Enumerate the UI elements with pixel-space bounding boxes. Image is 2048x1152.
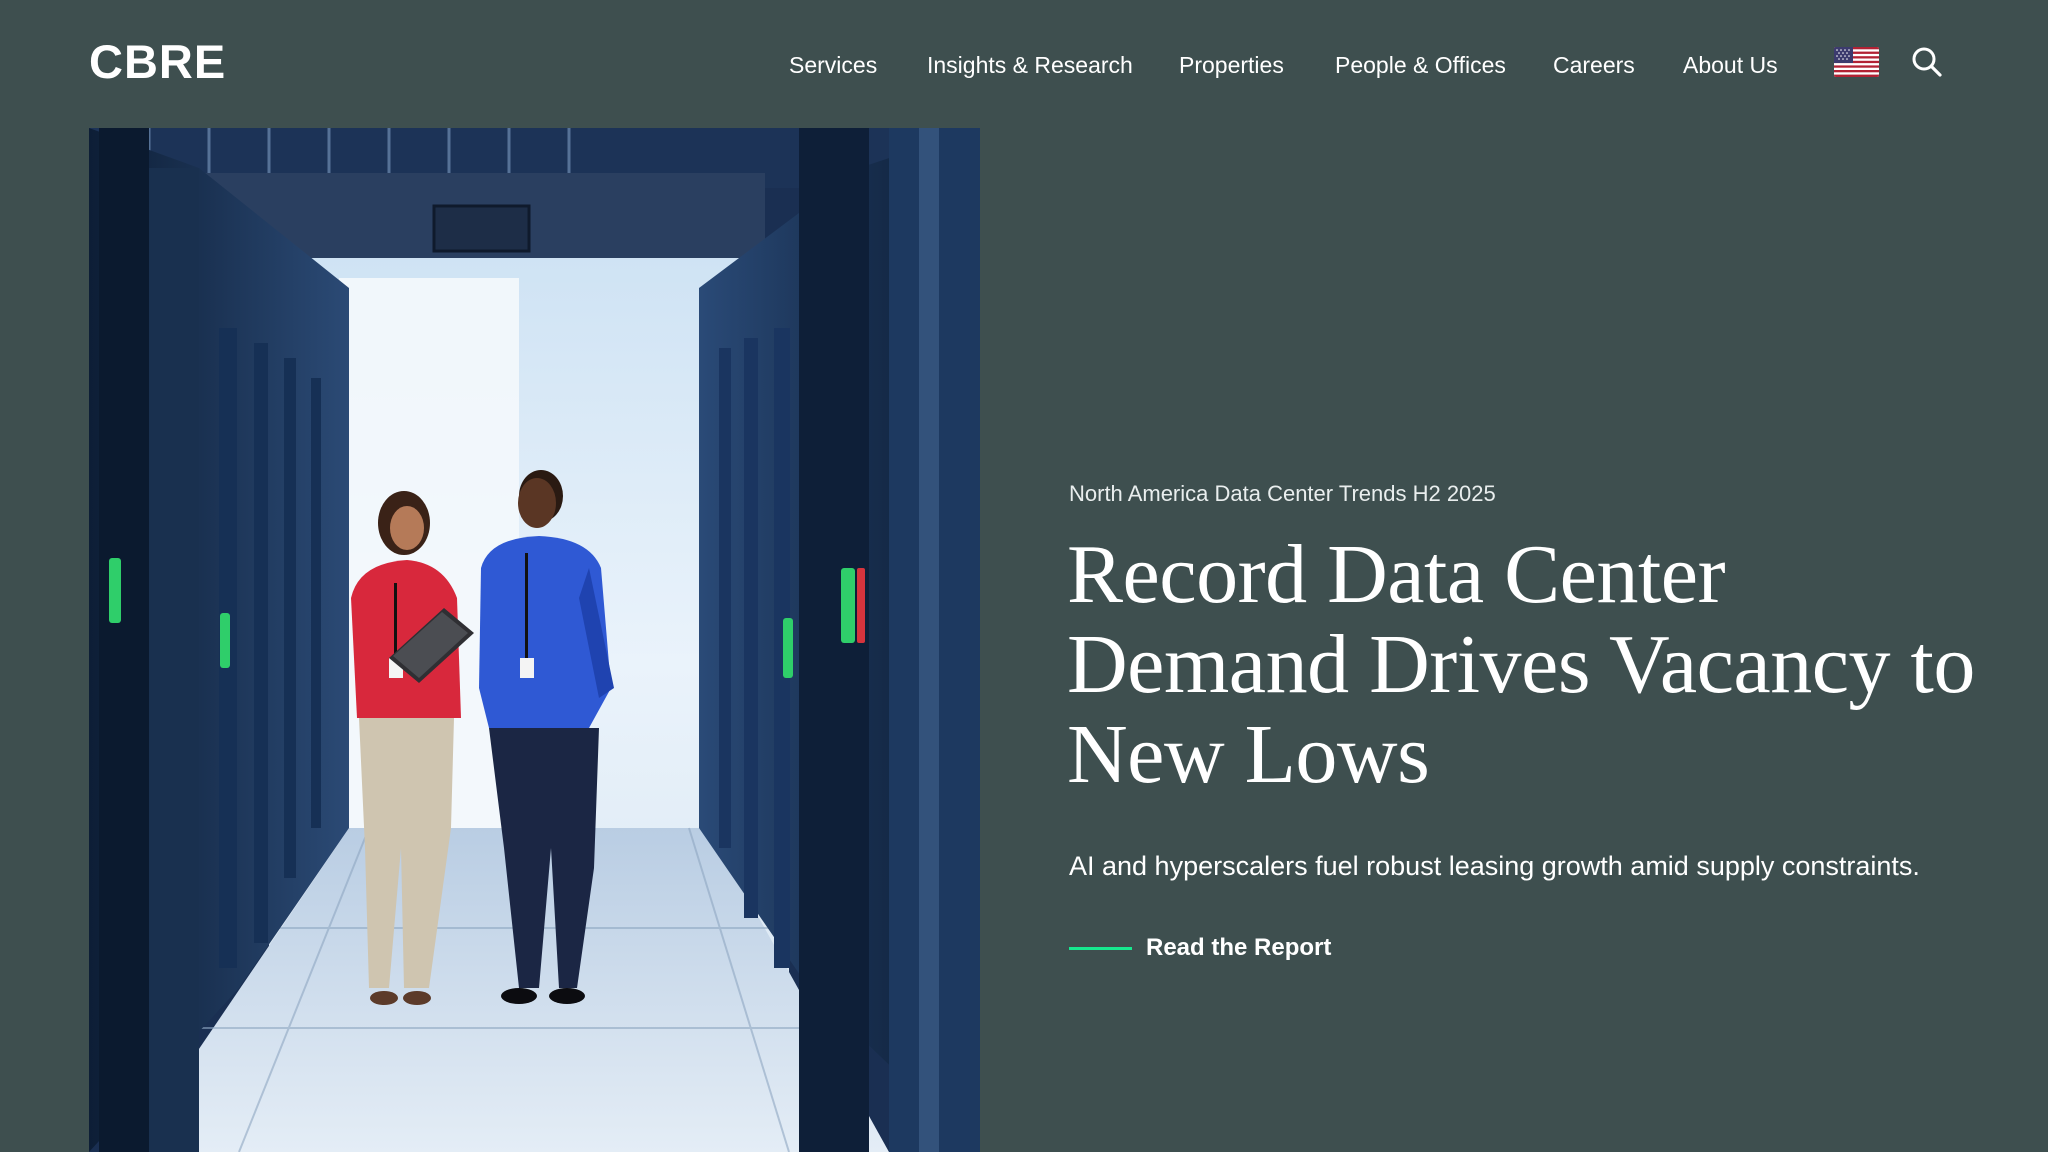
nav-item-careers[interactable]: Careers [1553, 48, 1635, 82]
hero-eyebrow: North America Data Center Trends H2 2025 [1069, 481, 1496, 506]
nav-item-about-us[interactable]: About Us [1683, 48, 1778, 82]
nav-item-properties[interactable]: Properties [1179, 48, 1284, 82]
site-header: CBRE Services Insights & Research Proper… [0, 0, 2048, 128]
hero-subhead: AI and hyperscalers fuel robust leasing … [1069, 851, 1920, 881]
hero-headline: Record Data Center Demand Drives Vacancy… [1067, 528, 1975, 801]
cta-label[interactable]: Read the Report [1146, 934, 1331, 962]
data-center-photo [89, 128, 980, 1152]
nav-item-people-offices[interactable]: People & Offices [1335, 48, 1506, 82]
read-report-link[interactable]: Read the Report [1069, 930, 1331, 966]
nav-item-services[interactable]: Services [789, 48, 877, 82]
us-flag-icon[interactable] [1834, 47, 1879, 77]
search-icon[interactable] [1911, 46, 1943, 78]
cbre-logo[interactable]: CBRE [89, 38, 226, 85]
cta-accent-line [1069, 946, 1132, 950]
nav-item-insights-research[interactable]: Insights & Research [927, 48, 1133, 82]
